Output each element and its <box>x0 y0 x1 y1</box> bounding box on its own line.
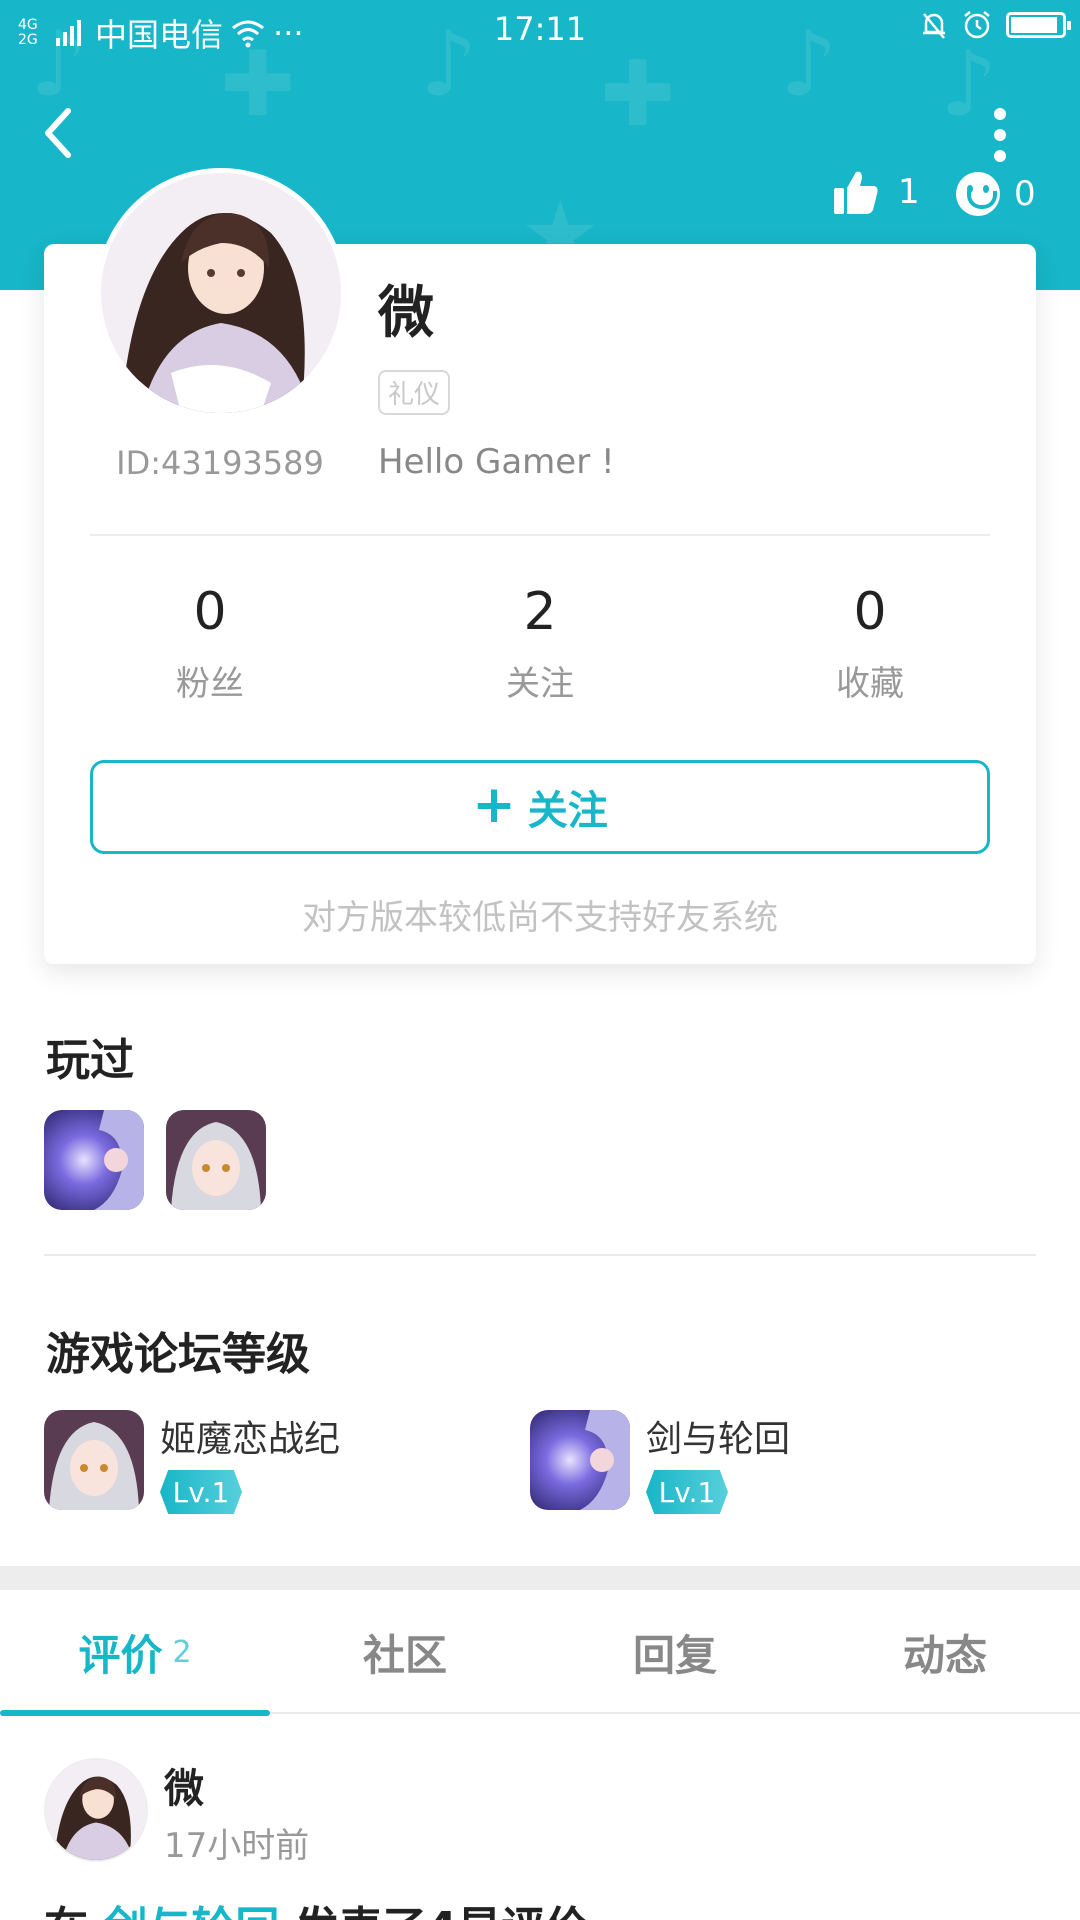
section-separator <box>0 1566 1080 1590</box>
like-count: 1 <box>898 172 920 212</box>
forum-game-name[interactable]: 剑与轮回 <box>646 1410 790 1462</box>
section-divider <box>44 1254 1036 1256</box>
user-tag: 礼仪 <box>378 370 451 415</box>
gamepad-icon: ✚ <box>600 42 676 147</box>
card-divider <box>90 534 990 536</box>
smile-button[interactable]: 0 <box>956 172 1036 216</box>
follow-button[interactable]: + 关注 <box>90 760 990 854</box>
tab-label: 社区 <box>362 1630 447 1680</box>
back-button[interactable] <box>40 105 90 165</box>
review-prefix: 在 <box>44 1903 103 1920</box>
following-label: 关注 <box>506 664 574 704</box>
tab-replies[interactable]: 回复 <box>540 1590 810 1714</box>
plus-icon: + <box>472 775 516 835</box>
more-vertical-icon <box>994 108 1006 120</box>
forum-game-icon[interactable] <box>530 1410 630 1510</box>
chevron-left-icon <box>45 108 71 158</box>
user-id: ID:43193589 <box>116 444 324 482</box>
avatar[interactable] <box>96 168 346 418</box>
played-section-title: 玩过 <box>46 1035 134 1086</box>
favorites-label: 收藏 <box>836 664 904 704</box>
tab-community[interactable]: 社区 <box>270 1590 540 1714</box>
review-summary: 在 剑与轮回 发表了4星评价 <box>44 1892 589 1920</box>
more-options-button[interactable] <box>980 108 1020 168</box>
tab-label: 动态 <box>902 1630 987 1680</box>
status-time: 17:11 <box>493 10 587 48</box>
user-bio: Hello Gamer ! <box>378 442 615 482</box>
forum-level-section-title: 游戏论坛等级 <box>46 1329 310 1380</box>
review-game-link[interactable]: 剑与轮回 <box>103 1903 279 1920</box>
tab-active-indicator <box>0 1710 270 1716</box>
favorites-count: 0 <box>853 582 887 642</box>
level-badge: Lv.1 <box>646 1470 728 1514</box>
review-suffix: 发表了4星评价 <box>279 1903 590 1920</box>
user-name: 微 <box>378 281 434 346</box>
played-game-jianyulunhui-icon[interactable] <box>44 1110 144 1210</box>
like-button[interactable]: 1 <box>832 168 920 216</box>
level-badge: Lv.1 <box>160 1470 242 1514</box>
tab-activity[interactable]: 动态 <box>810 1590 1080 1714</box>
friend-system-note: 对方版本较低尚不支持好友系统 <box>302 898 778 938</box>
forum-game-name[interactable]: 姬魔恋战纪 <box>160 1410 340 1462</box>
battery-icon <box>1006 12 1071 38</box>
smile-icon <box>956 172 1000 216</box>
tab-count: 2 <box>172 1634 192 1670</box>
review-user-name: 微 <box>164 1766 204 1812</box>
following-stat[interactable]: 2 关注 <box>440 580 640 705</box>
bell-muted-icon <box>923 13 945 39</box>
tab-label: 评价 <box>78 1630 163 1680</box>
forum-game-icon[interactable] <box>44 1410 144 1510</box>
fans-stat[interactable]: 0 粉丝 <box>110 580 310 705</box>
following-count: 2 <box>523 582 557 642</box>
avatar-illustration <box>101 173 341 413</box>
tab-bar: 评价 2 社区 回复 动态 <box>0 1590 1080 1716</box>
battery-level <box>1011 17 1057 33</box>
fans-label: 粉丝 <box>176 664 244 704</box>
fans-count: 0 <box>193 582 227 642</box>
review-time: 17小时前 <box>164 1826 310 1866</box>
follow-label: 关注 <box>527 788 608 834</box>
status-bar: 4G 2G 中国电信 ··· 17:11 <box>0 0 1080 56</box>
favorites-stat[interactable]: 0 收藏 <box>770 580 970 705</box>
alarm-icon <box>964 11 990 39</box>
review-avatar[interactable] <box>44 1758 148 1862</box>
tab-label: 回复 <box>632 1630 717 1680</box>
played-game-jimolianzhanji-icon[interactable] <box>166 1110 266 1210</box>
tab-reviews[interactable]: 评价 2 <box>0 1590 270 1716</box>
smile-count: 0 <box>1014 174 1036 214</box>
thumbs-up-icon <box>834 171 878 214</box>
